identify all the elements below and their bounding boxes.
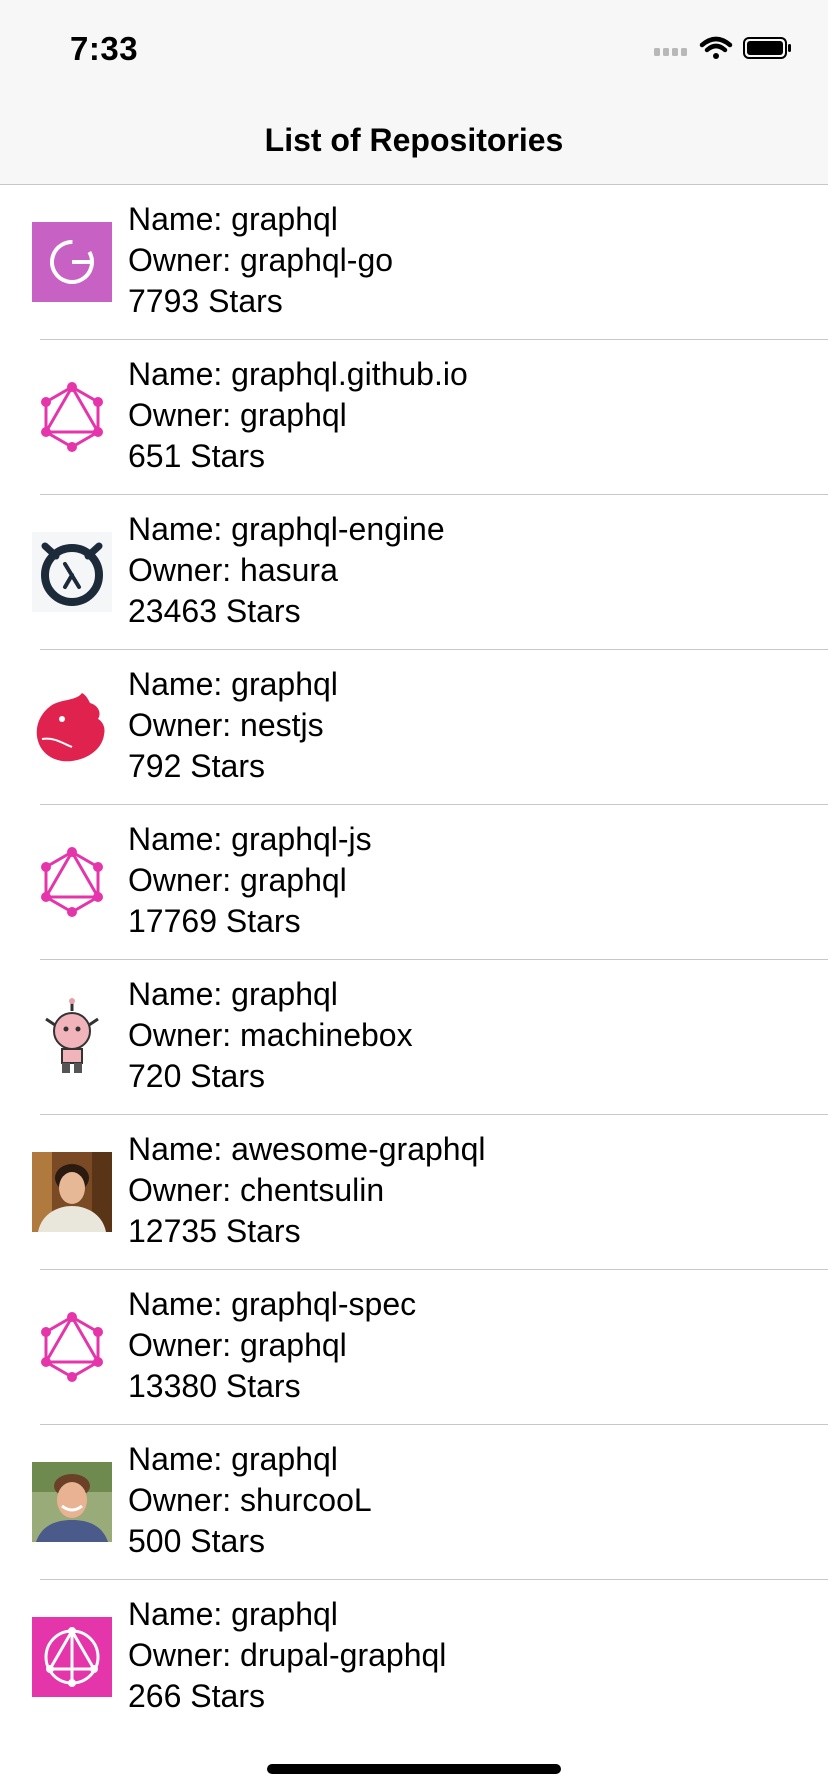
battery-icon	[743, 37, 791, 59]
nestjs-logo-icon	[32, 687, 112, 767]
hasura-logo-icon	[32, 532, 112, 612]
repo-name: Name: graphql.github.io	[128, 356, 468, 392]
repository-list[interactable]: Name: graphql Owner: graphql-go 7793 Sta…	[0, 185, 828, 1735]
repository-row[interactable]: Name: graphql Owner: graphql-go 7793 Sta…	[0, 185, 828, 340]
repository-row[interactable]: Name: graphql-spec Owner: graphql 13380 …	[0, 1270, 828, 1425]
page-title: List of Repositories	[264, 122, 564, 158]
wifi-icon	[699, 36, 733, 59]
repo-name: Name: graphql	[128, 1596, 338, 1632]
repo-owner: Owner: machinebox	[128, 1017, 413, 1053]
repo-stars: 500 Stars	[128, 1523, 265, 1559]
repository-row[interactable]: Name: graphql-js Owner: graphql 17769 St…	[0, 805, 828, 960]
repo-stars: 792 Stars	[128, 748, 265, 784]
robot-avatar-icon	[32, 997, 112, 1077]
person-photo-icon	[32, 1462, 112, 1542]
navigation-bar: List of Repositories	[0, 96, 828, 185]
person-photo-icon	[32, 1152, 112, 1232]
repo-owner: Owner: graphql	[128, 397, 347, 433]
graphql-logo-icon	[32, 1307, 112, 1387]
status-bar: 7:33	[0, 0, 828, 96]
repo-owner: Owner: graphql	[128, 862, 347, 898]
repository-row[interactable]: Name: graphql Owner: shurcooL 500 Stars	[0, 1425, 828, 1580]
repo-owner: Owner: graphql	[128, 1327, 347, 1363]
repository-row[interactable]: Name: awesome-graphql Owner: chentsulin …	[0, 1115, 828, 1270]
repository-row[interactable]: Name: graphql Owner: machinebox 720 Star…	[0, 960, 828, 1115]
repo-name: Name: graphql	[128, 666, 338, 702]
repository-row[interactable]: Name: graphql Owner: nestjs 792 Stars	[0, 650, 828, 805]
cellular-signal-icon	[654, 48, 687, 56]
repo-owner: Owner: graphql-go	[128, 242, 394, 278]
repo-stars: 17769 Stars	[128, 903, 301, 939]
status-icons	[654, 34, 794, 64]
repo-name: Name: graphql	[128, 1441, 338, 1477]
graphql-logo-icon	[32, 842, 112, 922]
repo-name: Name: graphql-js	[128, 821, 372, 857]
status-time: 7:33	[70, 30, 139, 67]
repo-stars: 7793 Stars	[128, 283, 283, 319]
home-indicator[interactable]	[267, 1764, 561, 1774]
drupal-graphql-logo-icon	[32, 1617, 112, 1697]
letter-g-avatar-icon	[32, 222, 112, 302]
repo-owner: Owner: hasura	[128, 552, 338, 588]
repo-name: Name: graphql-spec	[128, 1286, 417, 1322]
repo-owner: Owner: chentsulin	[128, 1172, 385, 1208]
repo-owner: Owner: shurcooL	[128, 1482, 372, 1518]
repo-name: Name: awesome-graphql	[128, 1131, 486, 1167]
repo-name: Name: graphql	[128, 976, 338, 1012]
repo-stars: 266 Stars	[128, 1678, 265, 1714]
repo-owner: Owner: drupal-graphql	[128, 1637, 447, 1673]
graphql-logo-icon	[32, 377, 112, 457]
repository-row[interactable]: Name: graphql.github.io Owner: graphql 6…	[0, 340, 828, 495]
repo-name: Name: graphql	[128, 201, 338, 237]
repo-owner: Owner: nestjs	[128, 707, 324, 743]
repo-stars: 13380 Stars	[128, 1368, 301, 1404]
repo-stars: 23463 Stars	[128, 593, 301, 629]
repository-row[interactable]: Name: graphql-engine Owner: hasura 23463…	[0, 495, 828, 650]
repo-name: Name: graphql-engine	[128, 511, 445, 547]
repo-stars: 720 Stars	[128, 1058, 265, 1094]
repo-stars: 12735 Stars	[128, 1213, 301, 1249]
repo-stars: 651 Stars	[128, 438, 265, 474]
repository-row[interactable]: Name: graphql Owner: drupal-graphql 266 …	[0, 1580, 828, 1735]
